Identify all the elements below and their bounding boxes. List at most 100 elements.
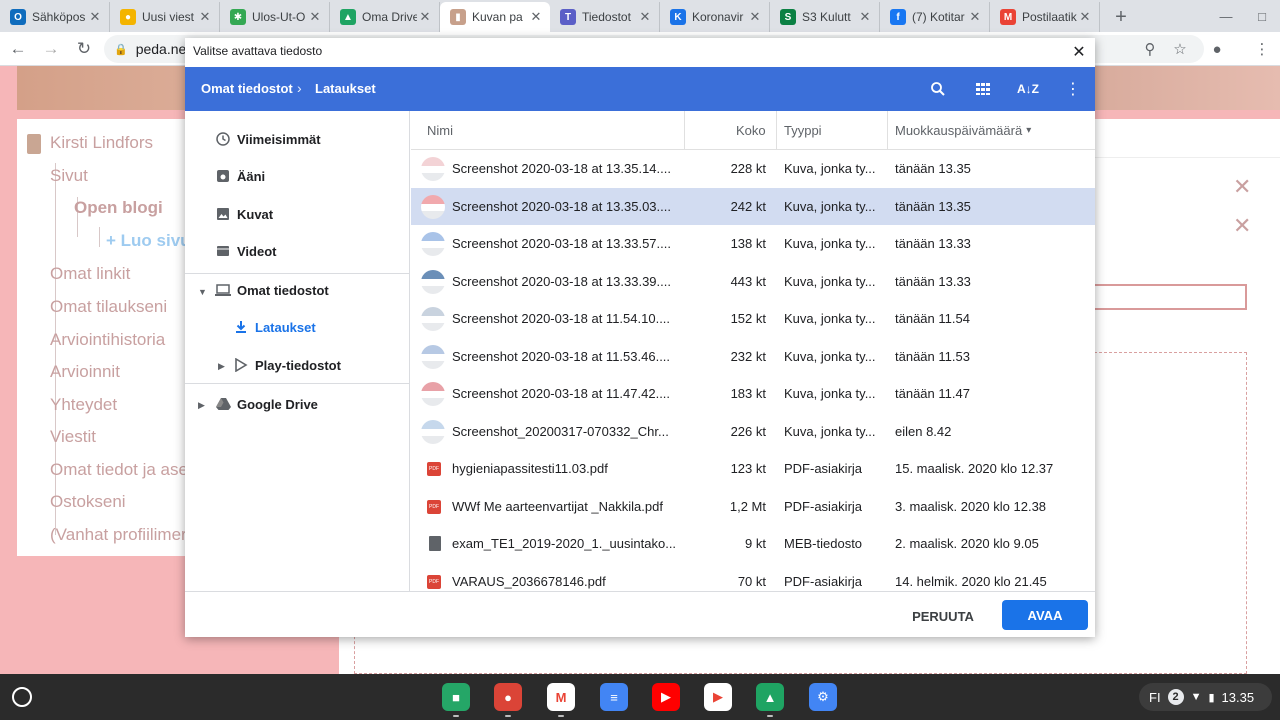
column-header-size[interactable]: Koko xyxy=(736,111,766,149)
file-row[interactable]: Screenshot_20200317-070332_Chr... 226 kt K… xyxy=(411,413,1095,451)
file-name: Screenshot_20200317-070332_Chr... xyxy=(452,423,669,439)
tab-close-icon[interactable]: ✕ xyxy=(417,9,433,25)
file-row[interactable]: PDF VARAUS_2036678146.pdf 70 kt PDF-asiakir… xyxy=(411,563,1095,592)
file-row[interactable]: Screenshot 2020-03-18 at 13.33.57.... 138… xyxy=(411,225,1095,263)
gmail-icon[interactable]: M xyxy=(547,683,575,711)
tab-close-icon[interactable]: ✕ xyxy=(747,9,763,25)
file-name: exam_TE1_2019-2020_1._uusintako... xyxy=(452,536,677,552)
sidebar-item-assessment-history[interactable]: Arviointihistoria xyxy=(50,330,165,350)
browser-tab[interactable]: f (7) Kotitar ✕ xyxy=(880,2,990,32)
sidebar-item-subscriptions[interactable]: Omat tilaukseni xyxy=(50,297,167,317)
sort-icon[interactable]: A↓Z xyxy=(1016,77,1040,101)
bookmark-star-icon[interactable]: ☆ xyxy=(1168,37,1192,61)
browser-tab[interactable]: O Sähköpos ✕ xyxy=(0,2,110,32)
sidebar-item-purchases[interactable]: Ostokseni xyxy=(50,492,126,512)
system-tray[interactable]: FI 2 ▼ ▮ 13.35 xyxy=(1139,683,1272,711)
tab-close-icon[interactable]: ✕ xyxy=(857,9,873,25)
file-row[interactable]: Screenshot 2020-03-18 at 11.53.46.... 232… xyxy=(411,338,1095,376)
running-app-indicator xyxy=(558,715,564,717)
column-header-modified[interactable]: Muokkauspäivämäärä ▾ xyxy=(895,111,1031,149)
minimize-icon[interactable]: — xyxy=(1208,0,1244,32)
tab-close-icon[interactable]: ✕ xyxy=(87,9,103,25)
browser-tab[interactable]: S S3 Kulutt ✕ xyxy=(770,2,880,32)
sidebar-item-contacts[interactable]: Yhteydet xyxy=(50,395,117,415)
create-page-link[interactable]: + Luo sivu xyxy=(106,231,191,251)
file-row[interactable]: Screenshot 2020-03-18 at 13.35.03.... 242… xyxy=(411,187,1095,225)
profile-icon[interactable]: ● xyxy=(1205,37,1229,61)
more-options-icon[interactable]: ⋮ xyxy=(1061,77,1085,101)
breadcrumb-my-files[interactable]: Omat tiedostot xyxy=(201,81,293,96)
file-row[interactable]: Screenshot 2020-03-18 at 11.47.42.... 183… xyxy=(411,375,1095,413)
docs-icon[interactable]: ≡ xyxy=(600,683,628,711)
new-tab-icon[interactable]: + xyxy=(1106,2,1136,32)
zoom-icon[interactable]: ⚲ xyxy=(1138,37,1162,61)
nav-play-files[interactable]: Play-tiedostot xyxy=(185,347,410,383)
settings-icon[interactable]: ⚙ xyxy=(809,683,837,711)
breadcrumb-downloads[interactable]: Lataukset xyxy=(315,81,376,96)
close-icon[interactable]: ✕ xyxy=(1233,174,1251,200)
sidebar-item-old-profile[interactable]: (Vanhat profiilimer xyxy=(50,525,187,545)
browser-tab[interactable]: ▲ Oma Drive ✕ xyxy=(330,2,440,32)
browser-tab[interactable]: ✱ Ulos-Ut-O ✕ xyxy=(220,2,330,32)
maximize-icon[interactable]: □ xyxy=(1244,0,1280,32)
play-store-icon[interactable]: ▶ xyxy=(704,683,732,711)
file-row[interactable]: PDF hygieniapassitesti11.03.pdf 123 kt PDF-… xyxy=(411,450,1095,488)
nav-videos-label: Videot xyxy=(237,243,277,259)
youtube-icon[interactable]: ▶ xyxy=(652,683,680,711)
sort-down-icon: ▾ xyxy=(1026,124,1032,136)
nav-recent[interactable]: Viimeisimmät xyxy=(185,121,410,157)
nav-google-drive[interactable]: Google Drive xyxy=(185,386,410,422)
reload-icon[interactable]: ↻ xyxy=(69,34,99,64)
sidebar-item-assessments[interactable]: Arvioinnit xyxy=(50,362,120,382)
file-row[interactable]: Screenshot 2020-03-18 at 13.33.39.... 443… xyxy=(411,263,1095,301)
nav-downloads[interactable]: Lataukset xyxy=(185,309,410,345)
open-button[interactable]: AVAA xyxy=(1002,600,1088,630)
sidebar-item-open-blog[interactable]: Open blogi xyxy=(74,198,163,218)
sidebar-item-messages[interactable]: Viestit xyxy=(50,427,96,447)
browser-menu-icon[interactable]: ⋮ xyxy=(1250,37,1274,61)
nav-audio[interactable]: Ääni xyxy=(185,158,410,194)
tab-close-icon[interactable]: ✕ xyxy=(637,9,653,25)
pdf-file-icon: PDF xyxy=(427,462,441,476)
sidebar-item-pages[interactable]: Sivut xyxy=(50,166,88,186)
file-row[interactable]: Screenshot 2020-03-18 at 13.35.14.... 228… xyxy=(411,150,1095,188)
chrome-icon[interactable]: ● xyxy=(494,683,522,711)
browser-tab[interactable]: ● Uusi viest ✕ xyxy=(110,2,220,32)
sidebar-item-settings[interactable]: Omat tiedot ja ase xyxy=(50,460,188,480)
nav-images[interactable]: Kuvat xyxy=(185,196,410,232)
browser-tab[interactable]: ▮ Kuvan pa ✕ xyxy=(440,2,550,32)
browser-tab[interactable]: K Koronavir ✕ xyxy=(660,2,770,32)
cancel-button[interactable]: PERUUTA xyxy=(903,601,983,631)
tab-title: S3 Kulutt xyxy=(802,10,851,24)
browser-tab[interactable]: T Tiedostot ✕ xyxy=(550,2,660,32)
drive-icon[interactable]: ▲ xyxy=(756,683,784,711)
forward-arrow-icon[interactable]: → xyxy=(36,34,66,64)
back-arrow-icon[interactable]: ← xyxy=(3,34,33,64)
column-header-type[interactable]: Tyyppi xyxy=(784,111,822,149)
tab-close-icon[interactable]: ✕ xyxy=(528,9,544,25)
tab-close-icon[interactable]: ✕ xyxy=(307,9,323,25)
sidebar-item-links[interactable]: Omat linkit xyxy=(50,264,130,284)
text-input[interactable] xyxy=(1069,284,1247,310)
running-app-indicator xyxy=(767,715,773,717)
close-icon[interactable]: ✕ xyxy=(1233,213,1251,239)
file-row[interactable]: exam_TE1_2019-2020_1._uusintako... 9 kt ME… xyxy=(411,525,1095,563)
nav-videos[interactable]: Videot xyxy=(185,233,410,269)
sidebar-user[interactable]: Kirsti Lindfors xyxy=(50,133,153,153)
grid-view-icon[interactable] xyxy=(971,77,995,101)
column-divider[interactable] xyxy=(776,111,777,149)
close-icon[interactable]: ✕ xyxy=(1069,42,1089,62)
classroom-icon[interactable]: ■ xyxy=(442,683,470,711)
tab-close-icon[interactable]: ✕ xyxy=(197,9,213,25)
file-row[interactable]: PDF WWf Me aarteenvartijat _Nakkila.pdf 1,… xyxy=(411,488,1095,526)
tab-close-icon[interactable]: ✕ xyxy=(967,9,983,25)
tab-close-icon[interactable]: ✕ xyxy=(1077,9,1093,25)
launcher-icon[interactable] xyxy=(12,687,32,707)
nav-my-files[interactable]: Omat tiedostot xyxy=(185,272,410,308)
column-divider[interactable] xyxy=(887,111,888,149)
browser-tab[interactable]: M Postilaatik ✕ xyxy=(990,2,1100,32)
search-icon[interactable] xyxy=(926,77,950,101)
column-divider[interactable] xyxy=(684,111,685,149)
file-row[interactable]: Screenshot 2020-03-18 at 11.54.10.... 152… xyxy=(411,300,1095,338)
column-header-name[interactable]: Nimi xyxy=(427,111,453,149)
